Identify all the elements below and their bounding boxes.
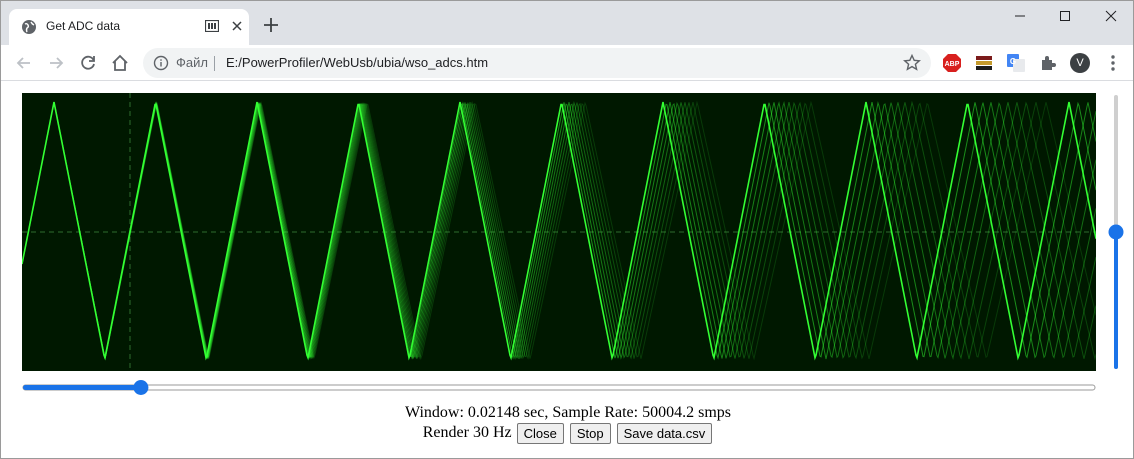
- oscilloscope-canvas[interactable]: [22, 93, 1096, 371]
- vertical-slider[interactable]: [1104, 93, 1128, 371]
- home-icon[interactable]: [110, 53, 130, 73]
- url-divider: [214, 56, 215, 71]
- forward-arrow-icon[interactable]: [46, 53, 66, 73]
- media-icon[interactable]: [205, 20, 219, 32]
- bookmark-star-icon[interactable]: [903, 54, 921, 72]
- control-row: Render 30 Hz Close Stop Save data.csv: [1, 423, 1133, 444]
- back-arrow-icon[interactable]: [14, 53, 34, 73]
- abp-icon[interactable]: ABP: [942, 53, 962, 73]
- profile-avatar[interactable]: V: [1070, 53, 1090, 73]
- close-window-icon[interactable]: [1089, 1, 1133, 31]
- vertical-slider-fill: [1114, 232, 1118, 369]
- horizontal-slider-thumb[interactable]: [133, 380, 149, 395]
- flag-extension-icon[interactable]: [974, 53, 994, 73]
- tab-title: Get ADC data: [46, 19, 121, 33]
- reload-icon[interactable]: [78, 53, 98, 73]
- minimize-icon[interactable]: [998, 1, 1042, 31]
- title-bar: Get ADC data: [1, 1, 1133, 45]
- address-bar[interactable]: Файл E:/PowerProfiler/WebUsb/ubia/wso_ad…: [143, 48, 931, 78]
- menu-kebab-icon[interactable]: [1103, 53, 1123, 73]
- close-tab-icon[interactable]: [229, 18, 245, 34]
- globe-icon: [22, 20, 36, 34]
- close-button[interactable]: Close: [516, 423, 564, 444]
- browser-tab[interactable]: Get ADC data: [9, 9, 249, 45]
- horizontal-slider[interactable]: [21, 379, 1097, 403]
- puzzle-icon[interactable]: [1038, 53, 1058, 73]
- page-content: Window: 0.02148 sec, Sample Rate: 50004.…: [1, 81, 1133, 458]
- browser-toolbar: Файл E:/PowerProfiler/WebUsb/ubia/wso_ad…: [1, 45, 1133, 81]
- new-tab-icon[interactable]: [263, 17, 279, 33]
- save-data-button[interactable]: Save data.csv: [616, 423, 713, 444]
- maximize-icon[interactable]: [1043, 1, 1087, 31]
- browser-window: Get ADC data Файл E:/PowerProfiler/WebUs…: [0, 0, 1134, 459]
- info-icon[interactable]: [153, 55, 169, 71]
- window-info-text: Window: 0.02148 sec, Sample Rate: 50004.…: [405, 404, 731, 421]
- url-text[interactable]: E:/PowerProfiler/WebUsb/ubia/wso_adcs.ht…: [226, 55, 488, 70]
- svg-text:G: G: [1010, 57, 1016, 66]
- horizontal-slider-fill: [23, 385, 141, 390]
- svg-text:ABP: ABP: [945, 61, 960, 68]
- url-scheme-label: Файл: [176, 55, 208, 70]
- translate-icon[interactable]: G: [1006, 53, 1026, 73]
- render-rate-text: Render 30 Hz: [422, 424, 512, 442]
- stop-button[interactable]: Stop: [569, 423, 611, 444]
- vertical-slider-thumb[interactable]: [1108, 224, 1124, 240]
- horizontal-slider-track: [22, 384, 1096, 391]
